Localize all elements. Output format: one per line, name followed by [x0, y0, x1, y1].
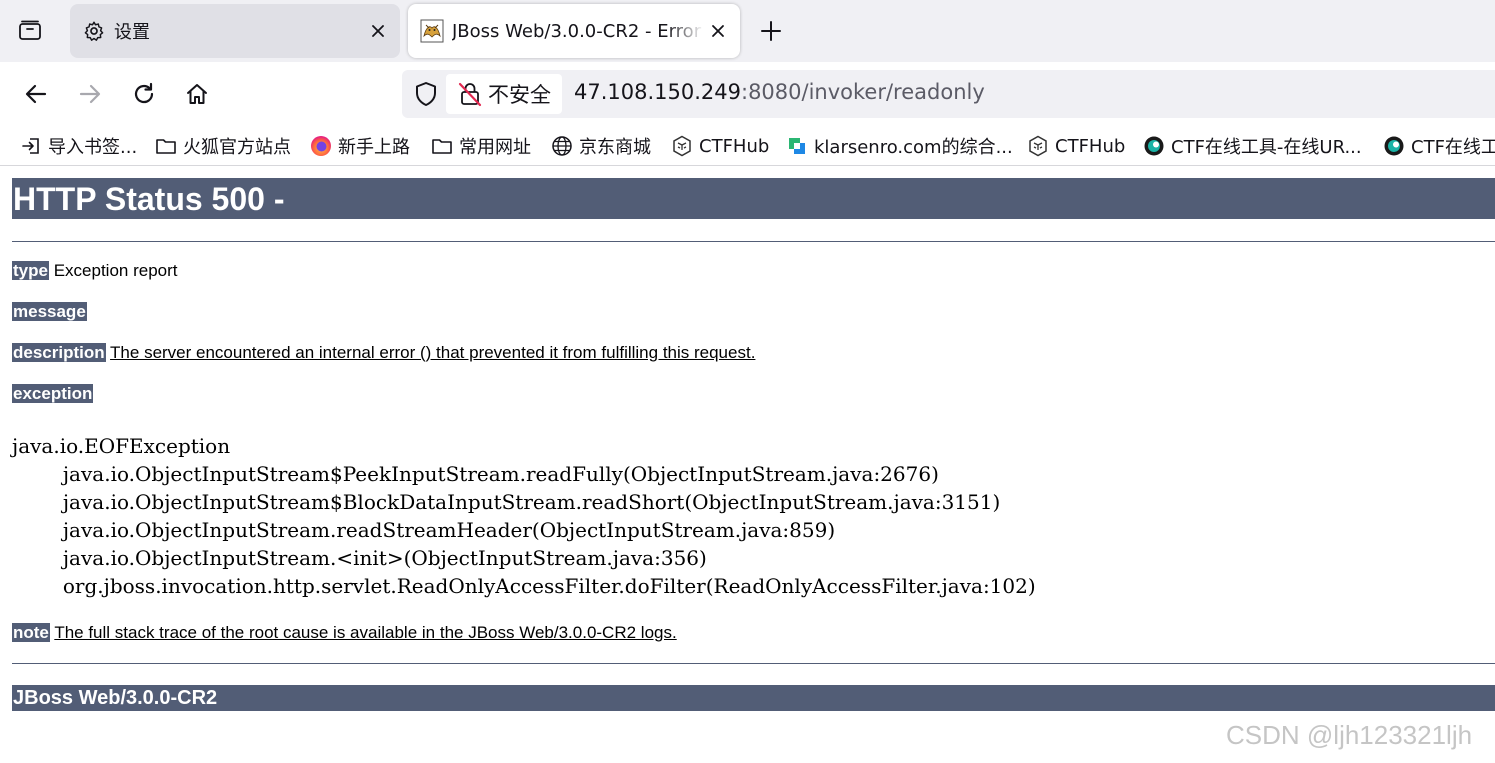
bookmark-label: 京东商城	[579, 137, 651, 158]
exception-row: exception	[12, 383, 94, 405]
divider	[12, 241, 1495, 242]
ctfhub-icon	[1027, 135, 1049, 157]
tab-settings[interactable]: 设置	[70, 4, 400, 58]
divider	[12, 663, 1495, 664]
server-footer: JBoss Web/3.0.0-CR2	[12, 685, 1495, 711]
gear-icon	[82, 19, 106, 43]
message-label: message	[12, 302, 87, 321]
note-label: note	[12, 623, 50, 642]
bookmark-folder[interactable]: 常用网址	[431, 132, 531, 160]
url-text[interactable]: 47.108.150.249:8080/invoker/readonly	[574, 80, 985, 104]
bookmarks-toolbar: 导入书签... 火狐官方站点 新手上路 常用网址 京东商城 CTFHub kla…	[0, 126, 1495, 166]
type-label: type	[12, 261, 49, 280]
not-secure-label: 不安全	[488, 83, 551, 107]
url-path: :8080/invoker/readonly	[741, 80, 985, 104]
firefox-icon	[310, 135, 332, 157]
bookmark-klarsenro[interactable]: klarsenro.com的综合...	[786, 132, 1013, 160]
bookmark-label: CTF在线工具-在线UR...	[1171, 137, 1362, 158]
close-icon[interactable]	[704, 17, 732, 45]
note-value: The full stack trace of the root cause i…	[54, 623, 677, 642]
description-row: description The server encountered an in…	[12, 342, 755, 364]
globe-icon	[551, 135, 573, 157]
tomcat-favicon-icon	[420, 19, 444, 43]
import-icon	[20, 135, 42, 157]
description-label: description	[12, 343, 106, 362]
bookmark-folder[interactable]: 火狐官方站点	[155, 132, 291, 160]
tab-label: 设置	[114, 22, 150, 43]
bookmark-label: 新手上路	[338, 137, 410, 158]
folder-icon	[431, 135, 453, 157]
navigation-bar: 不安全 47.108.150.249:8080/invoker/readonly	[0, 62, 1495, 126]
close-icon[interactable]	[364, 17, 392, 45]
connection-not-secure-button[interactable]: 不安全	[446, 74, 562, 114]
exception-label: exception	[12, 384, 94, 403]
bookmark-import[interactable]: 导入书签...	[20, 132, 137, 160]
description-value: The server encountered an internal error…	[110, 343, 756, 362]
forward-icon[interactable]	[74, 78, 106, 110]
bookmark-ctf-tools[interactable]: CTF在线工具	[1383, 132, 1495, 160]
bookmark-label: klarsenro.com的综合...	[814, 137, 1013, 158]
reload-icon[interactable]	[128, 78, 160, 110]
home-icon[interactable]	[181, 78, 213, 110]
page-title: HTTP Status 500 -	[12, 178, 1495, 219]
bookmark-label: CTFHub	[1055, 135, 1126, 157]
new-tab-icon[interactable]	[756, 16, 786, 46]
back-icon[interactable]	[20, 78, 52, 110]
bookmark-getting-started[interactable]: 新手上路	[310, 132, 410, 160]
tab-jboss-error[interactable]: JBoss Web/3.0.0-CR2 - Error report	[408, 4, 740, 58]
url-bar[interactable]: 不安全 47.108.150.249:8080/invoker/readonly	[402, 70, 1495, 118]
csdn-watermark: CSDN @ljh123321ljh	[1226, 720, 1473, 750]
message-row: message	[12, 301, 87, 323]
type-row: type Exception report	[12, 260, 178, 282]
bookmark-ctf-tools[interactable]: CTF在线工具-在线UR...	[1143, 132, 1362, 160]
ctfhub-icon	[671, 135, 693, 157]
bookmark-jd[interactable]: 京东商城	[551, 132, 651, 160]
bookmark-ctfhub[interactable]: CTFHub	[671, 132, 769, 160]
stack-trace: java.io.EOFException java.io.ObjectInput…	[12, 434, 1036, 598]
insecure-lock-icon	[456, 80, 484, 108]
note-row: note The full stack trace of the root ca…	[12, 622, 677, 644]
bookmark-label: CTFHub	[699, 135, 770, 157]
shield-icon[interactable]	[412, 80, 440, 108]
bookmark-label: CTF在线工具	[1411, 137, 1495, 158]
bookmark-ctfhub[interactable]: CTFHub	[1027, 132, 1125, 160]
tab-strip: 设置 JBoss Web/3.0.0-CR2 - Error report	[0, 0, 1495, 62]
ctf-tools-icon	[1383, 135, 1405, 157]
bookmark-label: 常用网址	[459, 137, 531, 158]
ctf-tools-icon	[1143, 135, 1165, 157]
url-host: 47.108.150.249	[574, 80, 741, 104]
tab-label: JBoss Web/3.0.0-CR2 - Error report	[452, 20, 704, 42]
folder-icon	[155, 135, 177, 157]
bookmark-label: 导入书签...	[48, 137, 138, 158]
page-content: HTTP Status 500 - type Exception report …	[12, 178, 1495, 711]
type-value: Exception report	[53, 261, 178, 280]
bookmark-label: 火狐官方站点	[183, 137, 291, 158]
klarsenro-icon	[786, 135, 808, 157]
tab-overview-icon[interactable]	[14, 16, 46, 46]
